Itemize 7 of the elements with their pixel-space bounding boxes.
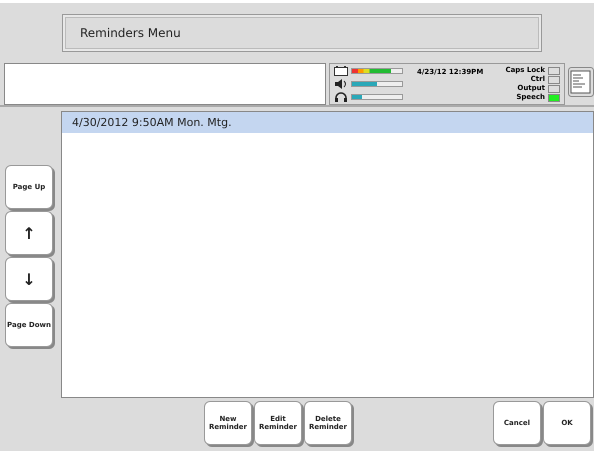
reminder-item[interactable]: 4/30/2012 9:50AM Mon. Mtg. — [62, 112, 593, 133]
headphone-icon — [334, 92, 348, 102]
arrow-button[interactable]: ↑ — [5, 211, 53, 255]
speaker-icon — [334, 79, 348, 89]
battery-icon — [334, 66, 348, 76]
window-title: Reminders Menu — [80, 26, 181, 40]
arrow-button[interactable]: ↓ — [5, 257, 53, 301]
